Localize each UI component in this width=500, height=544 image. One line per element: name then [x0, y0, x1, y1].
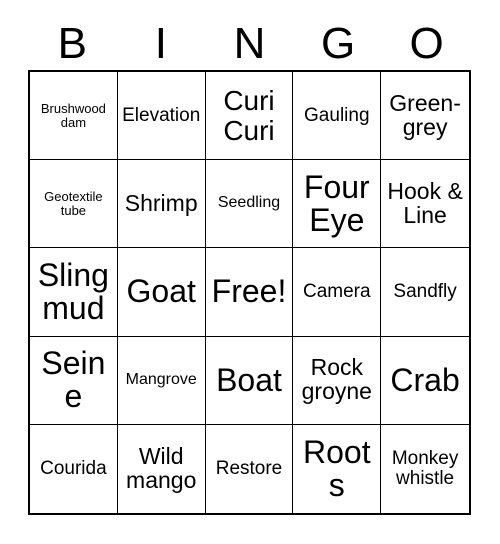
header-letter-o: O: [409, 19, 444, 68]
bingo-cell[interactable]: Seine: [30, 336, 118, 425]
bingo-cell[interactable]: Green-grey: [381, 72, 469, 161]
bingo-cell[interactable]: Hook & Line: [381, 160, 469, 249]
bingo-cell[interactable]: Free!: [205, 248, 294, 337]
bingo-header: B I N G O: [28, 18, 471, 70]
bingo-cell-label: Free!: [211, 273, 287, 310]
bingo-cell[interactable]: Sling mud: [30, 248, 118, 337]
bingo-cell-label: Courida: [40, 458, 107, 480]
bingo-cell-label: Four Eye: [303, 168, 370, 238]
bingo-cell-label: Restore: [215, 458, 283, 480]
bingo-cell-label: Elevation: [122, 104, 201, 126]
bingo-cell-label: Sandfly: [393, 281, 457, 303]
bingo-cell[interactable]: Curi Curi: [205, 72, 294, 161]
bingo-cell-label: Monkey whistle: [391, 448, 459, 489]
bingo-cell[interactable]: Elevation: [117, 72, 206, 161]
bingo-cell[interactable]: Roots: [293, 424, 382, 513]
bingo-cell[interactable]: Sandfly: [381, 248, 469, 337]
bingo-cell-label: Roots: [302, 433, 371, 503]
bingo-cell[interactable]: Seedling: [205, 160, 294, 249]
bingo-cell-label: Hook & Line: [387, 177, 463, 228]
bingo-cell[interactable]: Monkey whistle: [381, 424, 469, 513]
bingo-cell-label: Sling mud: [37, 256, 109, 326]
bingo-cell[interactable]: Boat: [205, 336, 294, 425]
header-letter-b: B: [57, 19, 87, 68]
header-letter-g: G: [320, 19, 356, 68]
bingo-cell[interactable]: Shrimp: [117, 160, 206, 249]
bingo-cell[interactable]: Four Eye: [293, 160, 382, 249]
bingo-cell[interactable]: Goat: [117, 248, 206, 337]
bingo-cell[interactable]: Crab: [381, 336, 469, 425]
bingo-grid: Brushwood dam Elevation Curi Curi Gauling Gr…: [28, 70, 471, 515]
bingo-cell[interactable]: Wild mango: [117, 424, 206, 513]
bingo-card: B I N G O Brushwood dam Elevation Curi Cur…: [0, 0, 500, 544]
bingo-cell[interactable]: Gauling: [293, 72, 382, 161]
bingo-cell-label: Crab: [390, 361, 460, 398]
bingo-cell-label: Curi Curi: [223, 85, 275, 146]
bingo-cell[interactable]: Restore: [205, 424, 294, 513]
bingo-cell[interactable]: Brushwood dam: [30, 72, 118, 161]
bingo-cell-label: Brushwood dam: [40, 101, 106, 130]
bingo-cell-label: Seedling: [217, 194, 281, 212]
bingo-cell-label: Rock groyne: [301, 354, 372, 405]
bingo-cell[interactable]: Geotextile tube: [30, 160, 118, 249]
bingo-cell-label: Gauling: [304, 104, 370, 126]
bingo-cell-label: Shrimp: [124, 189, 198, 216]
bingo-cell-label: Camera: [303, 281, 371, 303]
header-letter-n: N: [233, 19, 266, 68]
bingo-cell-label: Wild mango: [126, 442, 197, 493]
bingo-cell-label: Goat: [126, 273, 196, 310]
bingo-cell-label: Mangrove: [125, 370, 197, 388]
bingo-cell-label: Boat: [216, 361, 282, 398]
header-letter-i: I: [154, 19, 167, 68]
bingo-cell[interactable]: Courida: [30, 424, 118, 513]
bingo-cell-label: Geotextile tube: [44, 189, 103, 218]
bingo-cell[interactable]: Mangrove: [117, 336, 206, 425]
bingo-cell[interactable]: Camera: [293, 248, 382, 337]
bingo-cell-label: Green-grey: [389, 89, 461, 140]
bingo-cell-label: Seine: [41, 344, 106, 415]
bingo-cell[interactable]: Rock groyne: [293, 336, 382, 425]
